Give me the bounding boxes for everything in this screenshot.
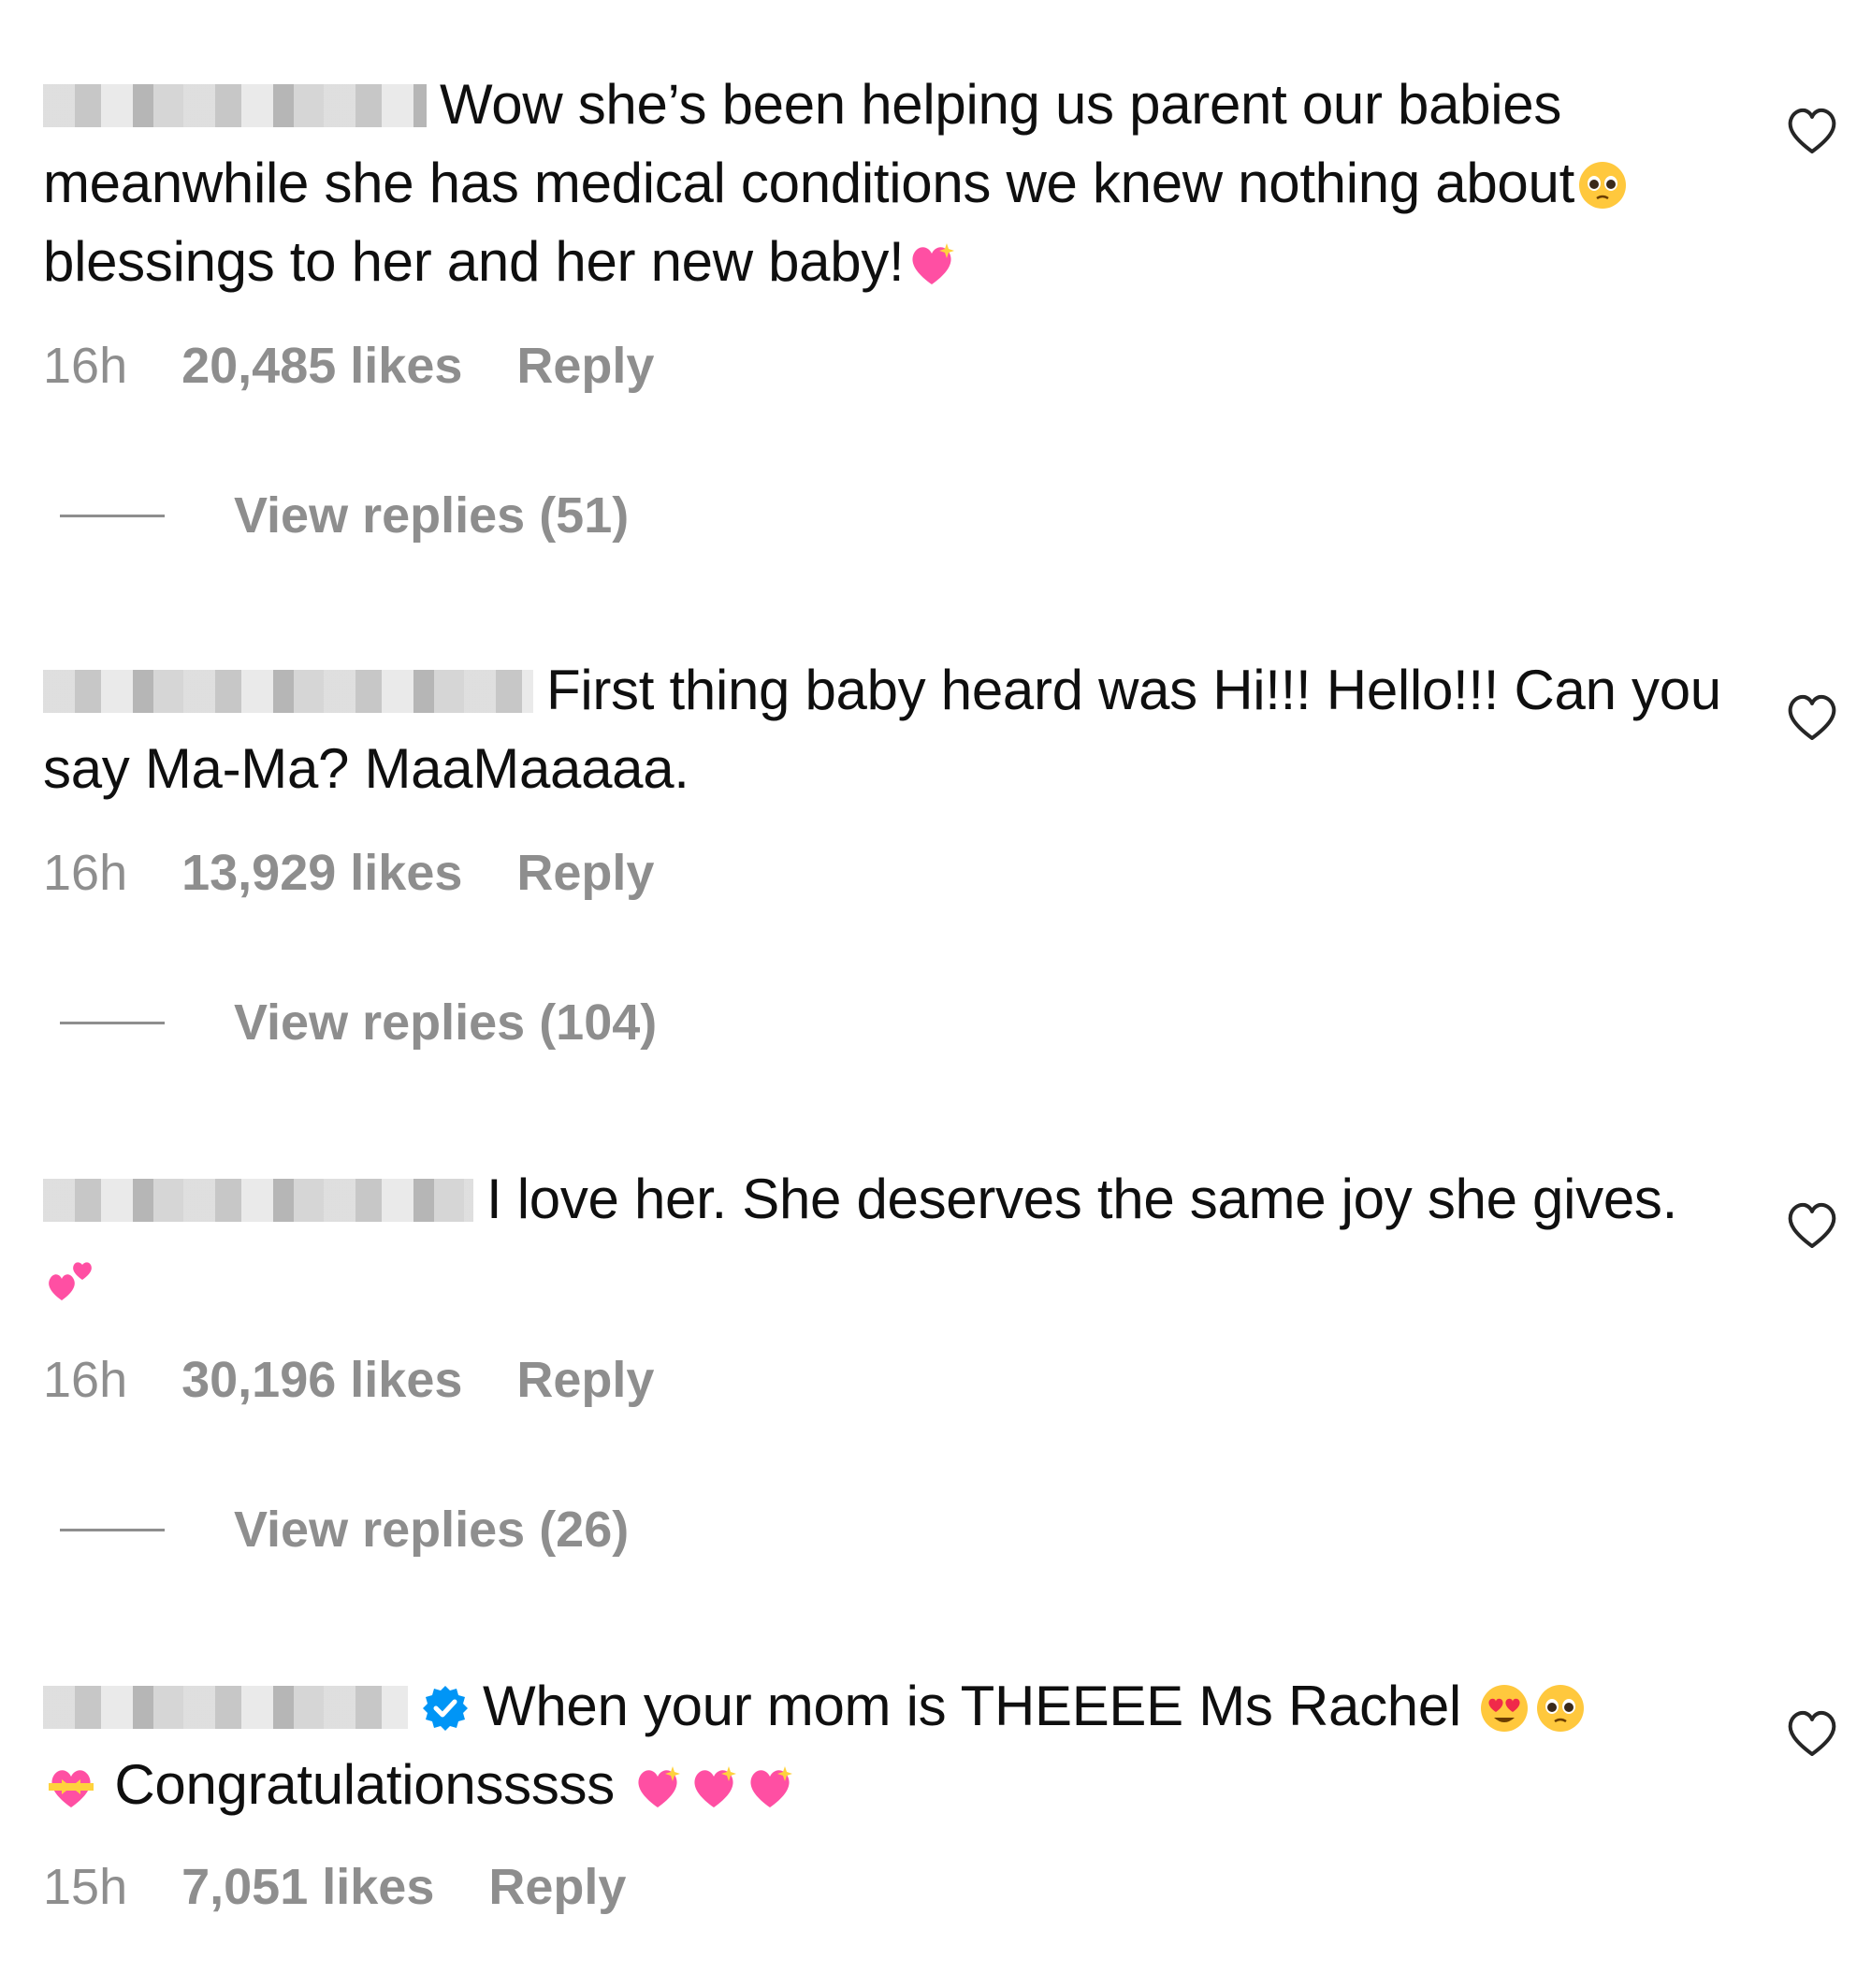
sparkling-heart-emoji: [694, 1766, 737, 1807]
comment-meta: 16h 30,196 likes Reply: [43, 1351, 654, 1409]
sparkling-heart-emoji: [638, 1766, 681, 1807]
divider-line: [60, 1528, 165, 1531]
comment-text: First thing baby heard was Hi!!! Hello!!…: [43, 659, 1721, 800]
heart-outline-icon[interactable]: [1785, 692, 1839, 743]
comment-text: When your mom is THEEEE Ms Rachel Congra…: [43, 1667, 1727, 1824]
divider-line: [60, 514, 165, 517]
reply-button[interactable]: Reply: [516, 844, 654, 902]
reply-button[interactable]: Reply: [516, 337, 654, 395]
view-replies-label: View replies (104): [234, 994, 658, 1051]
view-replies-button[interactable]: View replies (104): [60, 994, 657, 1052]
comment-meta: 15h 7,051 likes Reply: [43, 1858, 626, 1916]
heart-with-ribbon-emoji: [49, 1770, 94, 1807]
divider-line: [60, 1021, 165, 1024]
view-replies-button[interactable]: View replies (26): [60, 1501, 629, 1559]
username-redacted[interactable]: [43, 1686, 408, 1729]
comment-text: Wow she’s been helping us parent our bab…: [43, 65, 1727, 301]
view-replies-label: View replies (51): [234, 487, 630, 544]
pleading-face-emoji: [1537, 1685, 1585, 1732]
two-hearts-emoji: [49, 1262, 92, 1300]
comment-text: I love her. She deserves the same joy sh…: [43, 1160, 1727, 1317]
pleading-face-emoji: [1578, 162, 1626, 209]
heart-outline-icon[interactable]: [1785, 1708, 1839, 1759]
sparkling-heart-emoji: [750, 1766, 793, 1807]
username-redacted[interactable]: [43, 670, 533, 713]
sparkling-heart-emoji: [912, 243, 955, 284]
reply-button[interactable]: Reply: [488, 1858, 626, 1916]
username-redacted[interactable]: [43, 1179, 473, 1222]
comment-timestamp: 16h: [43, 845, 128, 901]
comment-likes-count[interactable]: 20,485 likes: [181, 337, 462, 395]
verified-badge-icon: [423, 1686, 468, 1731]
comment-likes-count[interactable]: 13,929 likes: [181, 844, 462, 902]
comment-meta: 16h 20,485 likes Reply: [43, 337, 654, 395]
view-replies-label: View replies (26): [234, 1502, 630, 1558]
view-replies-button[interactable]: View replies (51): [60, 486, 629, 544]
comment-likes-count[interactable]: 30,196 likes: [181, 1351, 462, 1409]
comment-timestamp: 16h: [43, 1352, 128, 1408]
username-redacted[interactable]: [43, 84, 427, 127]
comment-meta: 16h 13,929 likes Reply: [43, 844, 654, 902]
comment-timestamp: 16h: [43, 338, 128, 394]
comment-likes-count[interactable]: 7,051 likes: [181, 1858, 434, 1916]
reply-button[interactable]: Reply: [516, 1351, 654, 1409]
heart-eyes-emoji: [1481, 1685, 1529, 1732]
heart-outline-icon[interactable]: [1785, 106, 1839, 156]
heart-outline-icon[interactable]: [1785, 1200, 1839, 1251]
comment-timestamp: 15h: [43, 1859, 128, 1915]
